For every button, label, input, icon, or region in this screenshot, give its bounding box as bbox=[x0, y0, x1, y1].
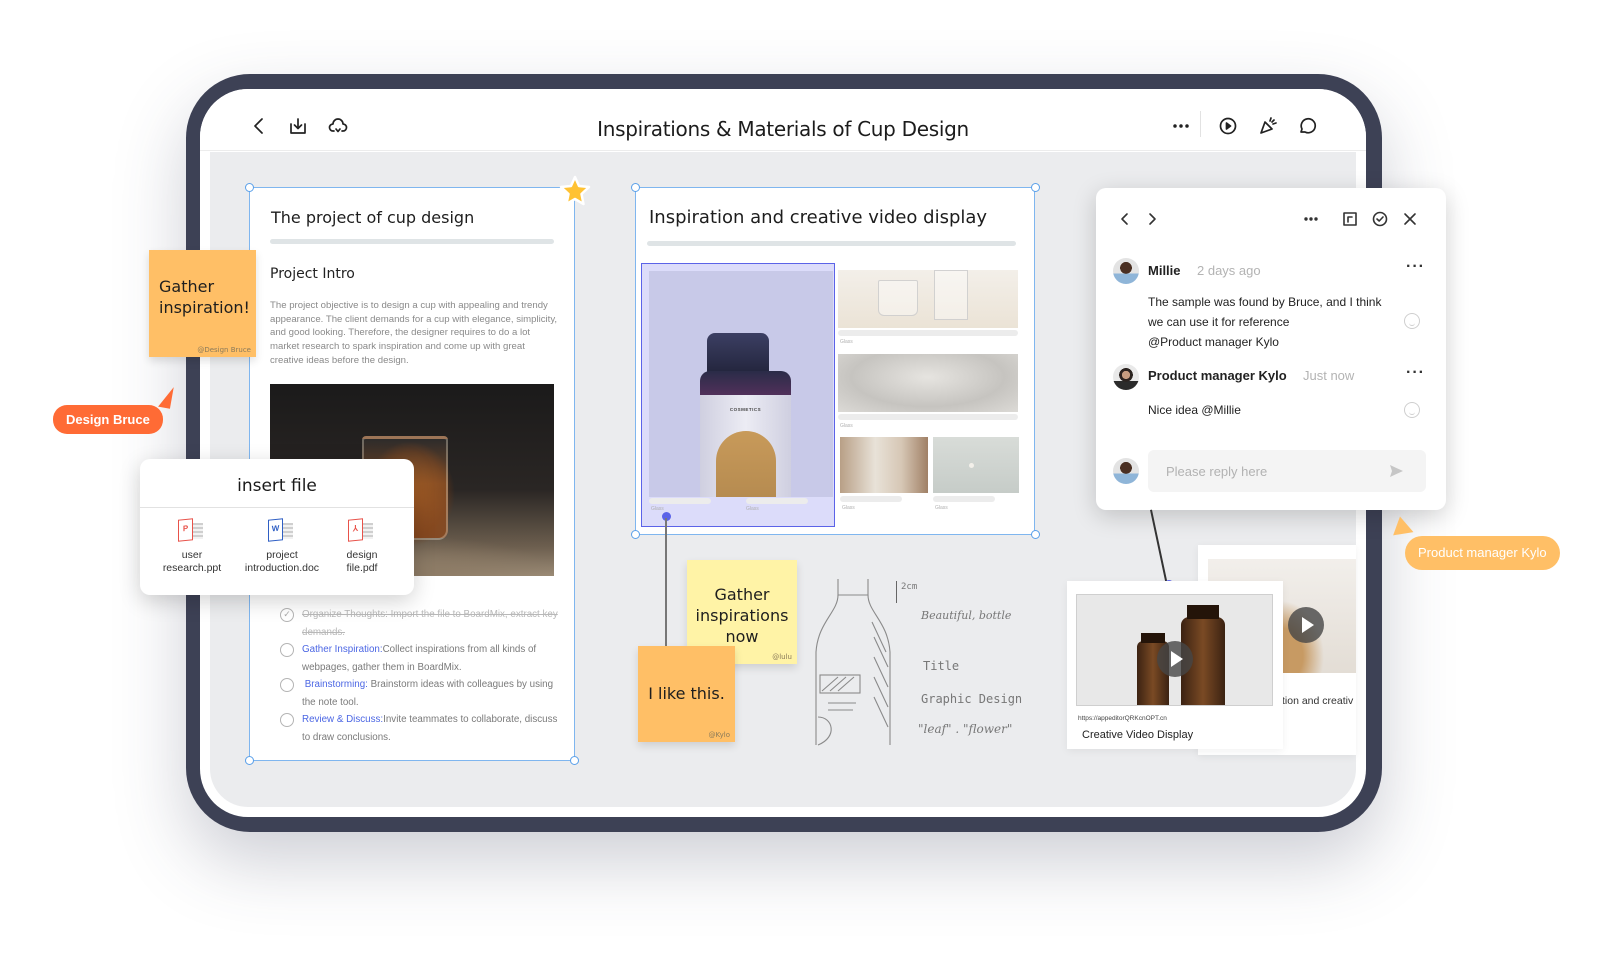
insert-file-popup: insert file P user research.ppt W projec… bbox=[140, 459, 414, 595]
file-item-ppt[interactable]: P user research.ppt bbox=[147, 518, 237, 574]
title-underline bbox=[270, 239, 554, 244]
play-button-icon[interactable] bbox=[1288, 607, 1324, 643]
cursor-label-pm-kylo: Product manager Kylo bbox=[1405, 536, 1560, 570]
avatar-millie[interactable] bbox=[1113, 258, 1139, 284]
intro-body: The project objective is to design a cup… bbox=[270, 300, 558, 366]
intro-heading: Project Intro bbox=[270, 266, 355, 282]
pdf-file-icon: ⅄ bbox=[348, 518, 376, 545]
avatar-current-user bbox=[1113, 458, 1139, 484]
more-icon[interactable] bbox=[1302, 210, 1320, 228]
resolve-icon[interactable] bbox=[1371, 210, 1389, 228]
resize-handle[interactable] bbox=[245, 183, 254, 192]
more-icon[interactable] bbox=[1170, 115, 1192, 137]
avatar-kylo[interactable] bbox=[1113, 364, 1139, 390]
sticky-note[interactable]: Gather inspiration! @Design Bruce bbox=[149, 250, 256, 357]
cosmetics-bottle-image: COSMETICS bbox=[649, 271, 833, 497]
resize-handle[interactable] bbox=[1031, 183, 1040, 192]
celebrate-icon[interactable] bbox=[1257, 115, 1279, 137]
comment-text: Nice idea @Millie bbox=[1148, 403, 1241, 417]
stage: Inspirations & Materials of Cup Design T… bbox=[0, 0, 1600, 973]
reply-input[interactable] bbox=[1148, 450, 1426, 492]
play-button-icon[interactable] bbox=[1157, 641, 1193, 677]
glass-cups-image bbox=[838, 270, 1018, 328]
checkbox-icon[interactable] bbox=[280, 713, 294, 727]
checkbox-checked-icon[interactable]: ✓ bbox=[280, 608, 294, 622]
comment-icon[interactable] bbox=[1296, 115, 1318, 137]
popup-title: insert file bbox=[237, 476, 317, 496]
toolbar-divider bbox=[1200, 111, 1201, 137]
prev-icon[interactable] bbox=[1116, 210, 1134, 228]
export-icon[interactable] bbox=[1341, 210, 1359, 228]
word-file-icon: W bbox=[268, 518, 296, 545]
resize-handle[interactable] bbox=[570, 756, 579, 765]
comment-time: Just now bbox=[1303, 368, 1355, 383]
frame-title: Inspiration and creative video display bbox=[649, 207, 988, 228]
video-card-main[interactable]: https://appeditorQRKcnOPT.cn Creative Vi… bbox=[1067, 581, 1283, 749]
water-ripple-image bbox=[838, 354, 1018, 412]
task-item[interactable]: Brainstorming: Brainstorm ideas with col… bbox=[278, 676, 568, 711]
emoji-reaction-icon[interactable] bbox=[1404, 313, 1420, 329]
task-item[interactable]: ✓ Organize Thoughts: Import the file to … bbox=[278, 606, 568, 641]
close-icon[interactable] bbox=[1401, 210, 1419, 228]
task-list: ✓ Organize Thoughts: Import the file to … bbox=[278, 606, 568, 746]
comment-time: 2 days ago bbox=[1197, 263, 1261, 278]
top-toolbar: Inspirations & Materials of Cup Design bbox=[200, 89, 1366, 151]
vase-flower-image bbox=[933, 437, 1019, 493]
comment-author: Millie bbox=[1148, 263, 1181, 278]
selected-image-card[interactable]: COSMETICS Glass Glass bbox=[641, 263, 835, 527]
cursor-label-design-bruce: Design Bruce bbox=[53, 405, 163, 434]
video-title: Creative Video Display bbox=[1082, 729, 1194, 741]
resize-handle[interactable] bbox=[1031, 530, 1040, 539]
dimension-line bbox=[896, 581, 897, 603]
comment-panel: Millie 2 days ago ··· The sample was fou… bbox=[1096, 188, 1446, 510]
emoji-reaction-icon[interactable] bbox=[1404, 402, 1420, 418]
checkbox-icon[interactable] bbox=[280, 643, 294, 657]
comment-more-icon[interactable]: ··· bbox=[1406, 258, 1425, 276]
send-icon[interactable] bbox=[1388, 463, 1404, 479]
checkbox-icon[interactable] bbox=[280, 678, 294, 692]
popup-divider bbox=[140, 507, 414, 508]
resize-handle[interactable] bbox=[245, 756, 254, 765]
wine-glasses-image bbox=[840, 437, 928, 493]
file-item-doc[interactable]: W project introduction.doc bbox=[237, 518, 327, 574]
play-icon[interactable] bbox=[1217, 115, 1239, 137]
comment-more-icon[interactable]: ··· bbox=[1406, 364, 1425, 382]
bottle-sketch[interactable] bbox=[808, 577, 900, 747]
next-icon[interactable] bbox=[1143, 210, 1161, 228]
ppt-file-icon: P bbox=[178, 518, 206, 545]
comment-author: Product manager Kylo bbox=[1148, 368, 1287, 383]
resize-handle[interactable] bbox=[631, 183, 640, 192]
connector-line bbox=[665, 518, 667, 646]
frame-title: The project of cup design bbox=[271, 208, 475, 227]
task-item[interactable]: Gather Inspiration:Collect inspirations … bbox=[278, 641, 568, 676]
star-icon[interactable] bbox=[558, 174, 592, 208]
file-item-pdf[interactable]: ⅄ design file.pdf bbox=[317, 518, 407, 574]
resize-handle[interactable] bbox=[631, 530, 640, 539]
comment-text: The sample was found by Bruce, and I thi… bbox=[1148, 295, 1382, 309]
sticky-note[interactable]: I like this. @Kylo bbox=[638, 646, 735, 742]
title-underline bbox=[647, 241, 1016, 246]
task-item[interactable]: Review & Discuss:Invite teammates to col… bbox=[278, 711, 568, 746]
video-url[interactable]: https://appeditorQRKcnOPT.cn bbox=[1078, 715, 1167, 722]
